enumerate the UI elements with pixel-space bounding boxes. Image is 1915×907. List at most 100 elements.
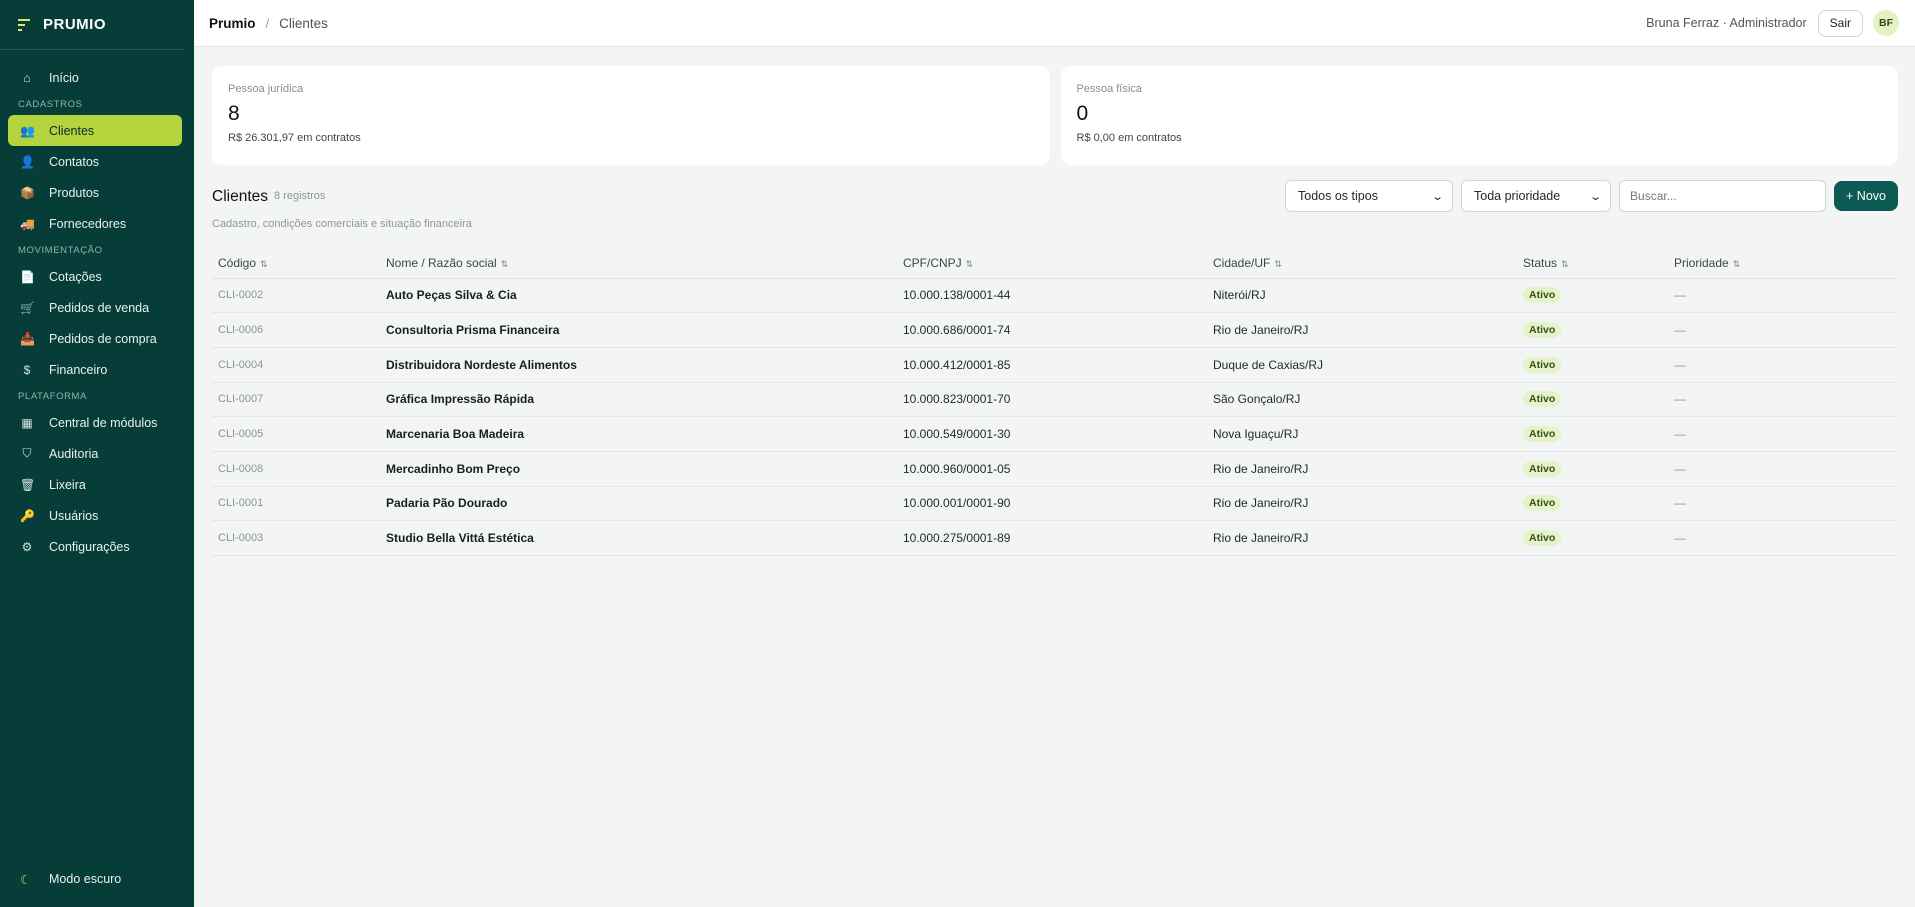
client-document: 10.000.549/0001-30 [903,427,1011,442]
users-icon: 👥 [20,123,35,138]
table-row[interactable]: CLI-0005 Marcenaria Boa Madeira 10.000.549… [212,416,1898,452]
sidebar-item-fornecedores[interactable]: 🚚 Fornecedores [8,208,182,239]
sidebar-item-label: Pedidos de venda [49,300,150,315]
sidebar-item-cotacoes[interactable]: 📄 Cotações [8,261,182,292]
breadcrumb-current: Clientes [279,15,328,31]
table-cell: Rio de Janeiro/RJ [1207,312,1517,348]
sidebar-nav: ⌂ Início CADASTROS 👥 Clientes 👤 Contatos 📦 Pro… [0,50,194,562]
sidebar-item-produtos[interactable]: 📦 Produtos [8,177,182,208]
table-row[interactable]: CLI-0006 Consultoria Prisma Financeira 10.… [212,312,1898,348]
sidebar-item-configuracoes[interactable]: ⚙ Configurações [8,531,182,562]
sidebar-item-usuarios[interactable]: 🔑 Usuários [8,500,182,531]
column-header[interactable]: Prioridade ⇅ [1668,248,1898,279]
sidebar-item-label: Usuários [49,508,99,523]
table-row[interactable]: CLI-0007 Gráfica Impressão Rápida 10.000.8… [212,382,1898,418]
contact-icon: 👤 [20,154,35,169]
priority-filter-value: Toda prioridade [1474,189,1561,203]
purchase-icon: 📥 [20,331,35,346]
sidebar-item-label: Lixeira [49,477,86,492]
table-cell: Marcenaria Boa Madeira [380,416,897,452]
sidebar-item-pedidos-de-compra[interactable]: 📥 Pedidos de compra [8,323,182,354]
client-priority: — [1674,427,1686,442]
sidebar-item-label: Auditoria [49,446,99,461]
client-name[interactable]: Padaria Pão Dourado [386,496,507,510]
column-header[interactable]: Status ⇅ [1517,248,1668,279]
sidebar-item-contatos[interactable]: 👤 Contatos [8,146,182,177]
sort-icon[interactable]: ⇅ [260,259,268,269]
avatar[interactable]: BF [1873,10,1899,36]
client-priority: — [1674,531,1686,546]
sidebar-item-inicio[interactable]: ⌂ Início [8,62,182,93]
client-city: São Gonçalo/RJ [1213,392,1301,407]
client-code: CLI-0003 [218,532,264,545]
dark-mode-toggle[interactable]: ☾ Modo escuro [8,865,121,893]
status-badge: Ativo [1523,460,1562,477]
client-document: 10.000.960/0001-05 [903,461,1011,476]
table-cell: Padaria Pão Dourado [380,486,897,522]
sort-icon[interactable]: ⇅ [1733,259,1741,269]
sidebar-section-title: CADASTROS [18,99,83,110]
table-row[interactable]: CLI-0008 Mercadinho Bom Preço 10.000.960/0… [212,451,1898,487]
table-row[interactable]: CLI-0004 Distribuidora Nordeste Alimentos… [212,347,1898,383]
column-header[interactable]: Código ⇅ [212,248,380,279]
client-city: Niterói/RJ [1213,288,1266,303]
logout-button[interactable]: Sair [1817,9,1863,37]
table-cell: 10.000.138/0001-44 [897,278,1207,314]
table-cell: — [1668,382,1898,418]
column-header[interactable]: Nome / Razão social ⇅ [380,248,897,279]
table-cell: Rio de Janeiro/RJ [1207,486,1517,522]
sidebar-item-auditoria[interactable]: ⛉ Auditoria [8,438,182,469]
table-cell: Consultoria Prisma Financeira [380,312,897,348]
card-value: 0 [1076,102,1089,125]
client-document: 10.000.138/0001-44 [903,288,1011,303]
table-row[interactable]: CLI-0003 Studio Bella Vittá Estética 10.00… [212,520,1898,556]
client-code: CLI-0005 [218,428,264,441]
column-header-label: Nome / Razão social [386,255,497,270]
sidebar-item-lixeira[interactable]: 🗑 Lixeira [8,469,182,500]
table-row[interactable]: CLI-0002 Auto Peças Silva & Cia 10.000.138… [212,278,1898,314]
sort-icon[interactable]: ⇅ [966,259,974,269]
new-client-button[interactable]: + Novo [1834,181,1898,211]
table-cell: Ativo [1517,382,1668,418]
table-row[interactable]: CLI-0001 Padaria Pão Dourado 10.000.001/00… [212,486,1898,522]
table-cell: Nova Iguaçu/RJ [1207,416,1517,452]
breadcrumb-root[interactable]: Prumio [209,16,256,31]
client-city: Rio de Janeiro/RJ [1213,496,1309,511]
client-name[interactable]: Consultoria Prisma Financeira [386,323,559,337]
sort-icon[interactable]: ⇅ [1561,259,1569,269]
table-header-row: Código ⇅ Nome / Razão social ⇅ CPF/CNPJ ⇅ Cida… [212,248,1898,279]
client-name[interactable]: Auto Peças Silva & Cia [386,288,517,302]
column-header[interactable]: CPF/CNPJ ⇅ [897,248,1207,279]
table-cell: Ativo [1517,347,1668,383]
summary-cards: Pessoa jurídica 8 R$ 26.301,97 em contra… [212,66,1898,165]
home-icon: ⌂ [23,70,31,85]
brand[interactable]: PRUMIO [0,0,183,50]
client-name[interactable]: Mercadinho Bom Preço [386,462,520,476]
priority-filter-select[interactable]: Toda prioridade ⌄ [1461,180,1612,212]
client-name[interactable]: Marcenaria Boa Madeira [386,427,524,441]
sort-icon[interactable]: ⇅ [501,259,509,269]
logo-icon [18,18,30,31]
table-cell: — [1668,312,1898,348]
client-name[interactable]: Studio Bella Vittá Estética [386,531,534,545]
client-document: 10.000.275/0001-89 [903,531,1011,546]
search-input[interactable] [1619,180,1827,212]
chevron-down-icon: ⌄ [1430,190,1444,203]
list-header: Clientes 8 registros Cadastro, condições… [212,178,1898,234]
client-code: CLI-0004 [218,358,264,371]
table-cell: Ativo [1517,451,1668,487]
sidebar-item-central-de-modulos[interactable]: ▦ Central de módulos [8,407,182,438]
client-name[interactable]: Gráfica Impressão Rápida [386,392,534,406]
sort-icon[interactable]: ⇅ [1274,259,1282,269]
client-name[interactable]: Distribuidora Nordeste Alimentos [386,358,577,372]
moon-icon: ☾ [20,872,32,887]
dollar-icon: $ [23,362,31,377]
sidebar-item-clientes[interactable]: 👥 Clientes [8,115,182,146]
table-cell: — [1668,486,1898,522]
column-header[interactable]: Cidade/UF ⇅ [1207,248,1517,279]
client-city: Rio de Janeiro/RJ [1213,531,1309,546]
sidebar-item-financeiro[interactable]: $ Financeiro [8,354,182,385]
client-code: CLI-0007 [218,393,264,406]
sidebar-item-pedidos-de-venda[interactable]: 🛒 Pedidos de venda [8,292,182,323]
type-filter-select[interactable]: Todos os tipos ⌄ [1285,180,1454,212]
